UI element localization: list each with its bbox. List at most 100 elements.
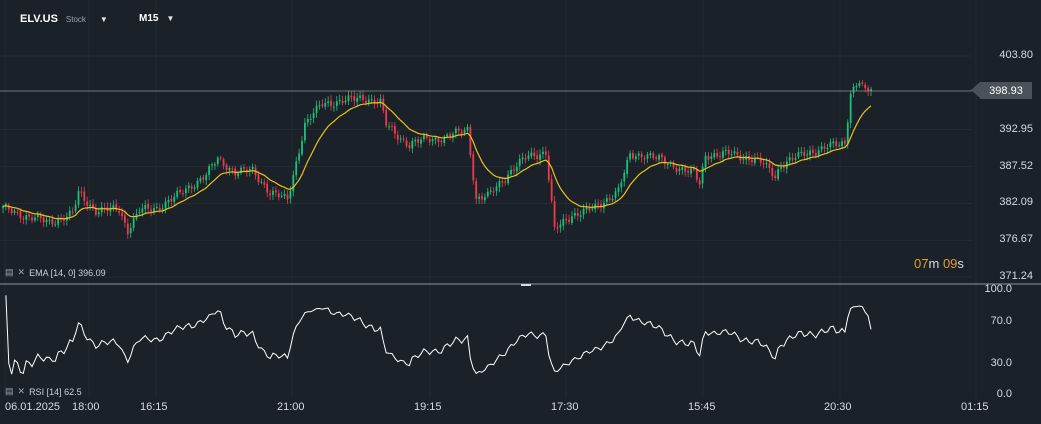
candle-body	[124, 215, 126, 223]
candle-body	[280, 195, 283, 197]
candle-body	[431, 139, 434, 142]
candle	[164, 197, 167, 214]
candle	[405, 136, 408, 149]
timeframe-selector[interactable]: M15 ▼	[139, 13, 174, 24]
candle-body	[765, 162, 768, 164]
candle-body	[547, 155, 550, 181]
candle-body	[391, 125, 393, 127]
candle	[39, 211, 42, 223]
candle	[783, 161, 785, 173]
candle-body	[553, 201, 556, 227]
candle	[34, 214, 36, 223]
settings-icon[interactable]: ▤	[5, 267, 14, 278]
candle-body	[173, 196, 176, 202]
candle	[83, 186, 86, 206]
candle-body	[231, 168, 234, 170]
candle-body	[274, 190, 277, 193]
candle-body	[518, 158, 521, 166]
candle	[22, 215, 25, 225]
candle-body	[510, 169, 512, 175]
candle-body	[591, 208, 594, 210]
candle-body	[260, 181, 263, 183]
candle	[486, 187, 489, 199]
candle-body	[31, 217, 33, 221]
candle-body	[330, 100, 332, 106]
candle	[414, 137, 417, 147]
rsi-indicator-label: ▤ ✕ RSI [14] 62.5	[5, 386, 82, 397]
candle-body	[713, 153, 716, 158]
candle-body	[573, 213, 576, 216]
candle	[614, 187, 617, 202]
candle-body	[147, 203, 150, 209]
time-tick-label: 16:15	[140, 401, 168, 413]
candle-body	[457, 128, 460, 131]
candle	[687, 168, 690, 178]
candle	[559, 219, 562, 233]
candle	[353, 91, 356, 106]
close-icon[interactable]: ✕	[18, 386, 26, 397]
candle-body	[5, 203, 7, 206]
candle	[292, 170, 295, 197]
candle-body	[614, 191, 617, 198]
candle-body	[301, 140, 303, 155]
settings-icon[interactable]: ▤	[5, 386, 14, 397]
candle-body	[832, 141, 835, 144]
candle-body	[524, 158, 527, 160]
candle-body	[661, 154, 663, 158]
candle-body	[652, 153, 655, 158]
price-tick-label: 403.80	[999, 49, 1033, 61]
candle-body	[768, 163, 771, 169]
candle-body	[562, 219, 565, 226]
candle	[179, 186, 181, 195]
candle-body	[463, 129, 466, 133]
candle	[658, 153, 660, 164]
candle	[280, 191, 283, 199]
candle	[298, 148, 301, 164]
countdown-seconds: 09	[942, 256, 958, 271]
candle-body	[478, 196, 480, 199]
candle-body	[187, 185, 190, 189]
candle-body	[454, 128, 457, 134]
candle-body	[797, 152, 800, 158]
candle	[187, 182, 190, 194]
candle-body	[576, 212, 579, 216]
candle-body	[742, 158, 745, 160]
candle	[420, 136, 422, 148]
candle	[138, 207, 141, 216]
candle	[855, 83, 858, 91]
candle-body	[823, 146, 826, 149]
candle-body	[655, 157, 658, 159]
candle	[788, 152, 791, 166]
candle	[527, 150, 530, 161]
symbol-selector[interactable]: ELV.US Stock ▼	[20, 10, 108, 28]
candle-body	[388, 126, 391, 128]
candle-body	[835, 141, 838, 147]
candle-body	[318, 105, 321, 107]
candle-body	[446, 134, 449, 137]
candles	[2, 79, 872, 240]
candle-body	[405, 140, 408, 147]
candle	[330, 95, 332, 111]
candle	[510, 165, 512, 177]
candle	[620, 178, 623, 193]
candle	[399, 134, 402, 143]
close-icon[interactable]: ✕	[18, 267, 26, 278]
candle-body	[324, 103, 327, 107]
candle	[576, 208, 579, 221]
candle	[724, 145, 727, 156]
candle-body	[565, 218, 568, 221]
candle	[112, 200, 115, 212]
price-tick-label: 376.67	[999, 233, 1033, 246]
candle	[823, 142, 826, 153]
candle-body	[286, 194, 289, 200]
candle-body	[28, 214, 31, 217]
candle	[71, 207, 74, 216]
candle	[829, 138, 832, 153]
candle	[338, 94, 341, 105]
candle	[661, 152, 663, 163]
current-price-label: 398.93	[980, 82, 1032, 99]
candle-body	[420, 139, 422, 144]
candle-body	[777, 169, 780, 180]
candle-body	[205, 174, 208, 181]
candle-body	[243, 167, 245, 169]
